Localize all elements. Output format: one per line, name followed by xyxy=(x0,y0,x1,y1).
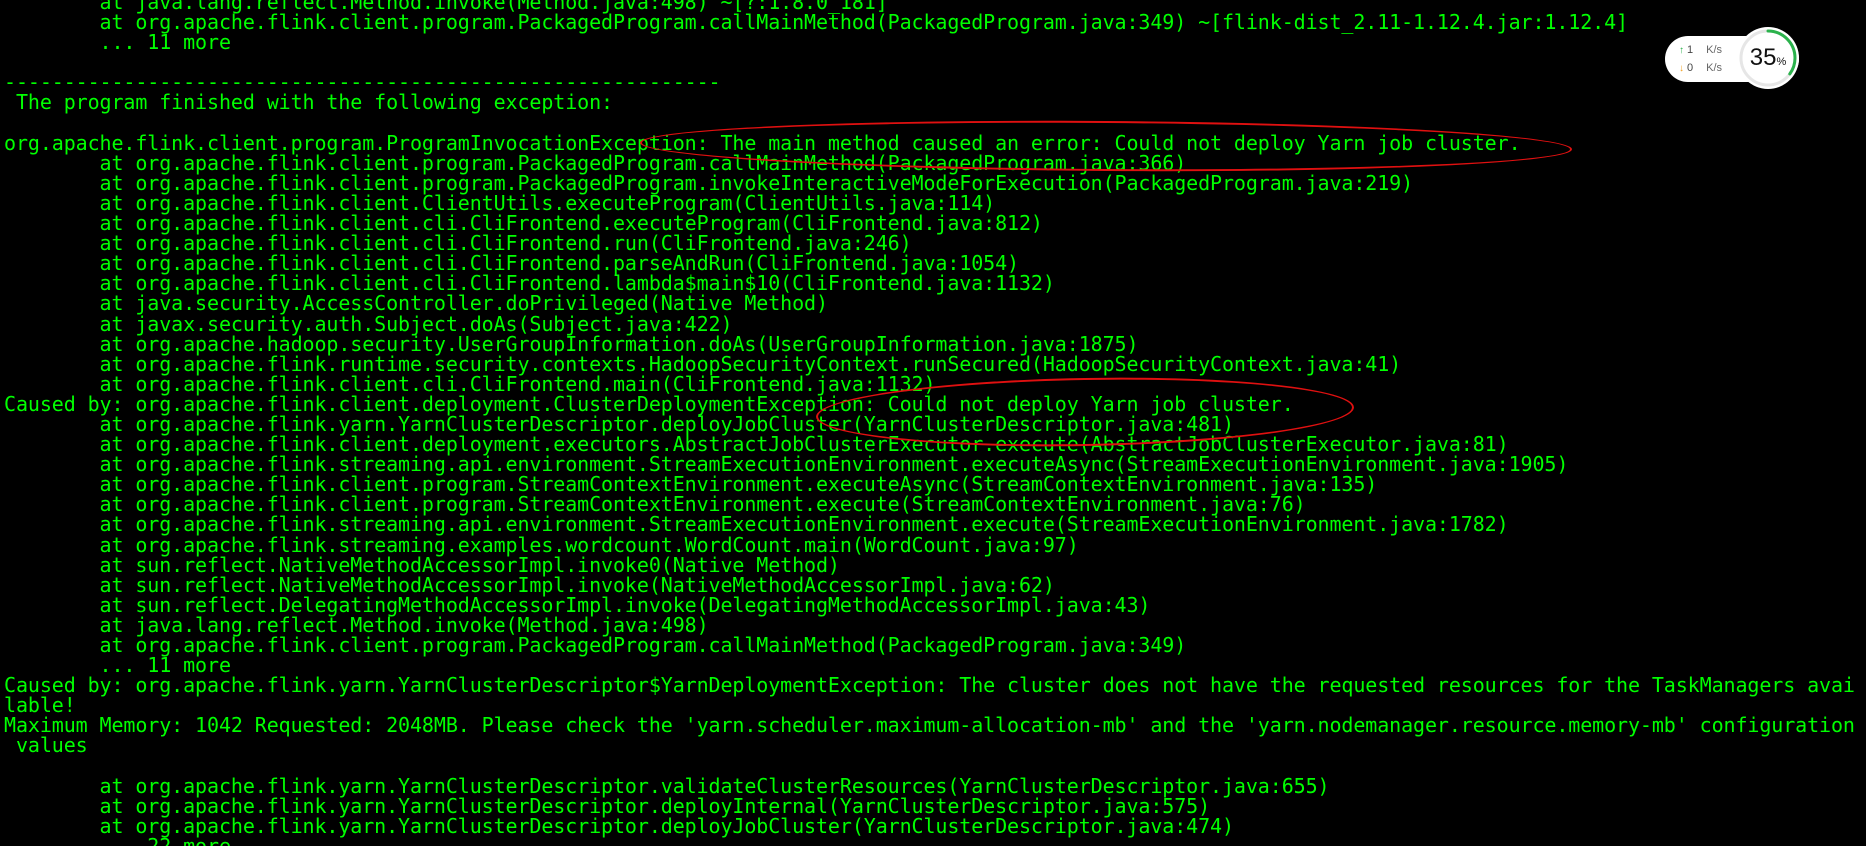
arrow-down-icon: ↓ xyxy=(1679,62,1684,74)
terminal-line: at org.apache.flink.yarn.YarnClusterDesc… xyxy=(4,773,1330,798)
terminal-line: at org.apache.flink.yarn.YarnClusterDesc… xyxy=(4,813,1235,838)
usage-value: 35 xyxy=(1749,44,1777,71)
terminal-line: at org.apache.flink.client.program.Packa… xyxy=(4,633,1187,657)
terminal-line: Maximum Memory: 1042 Requested: 2048MB. … xyxy=(4,713,1855,738)
download-speed-row: ↓ 0 K/s xyxy=(1679,62,1722,74)
usage-gauge[interactable]: 35% xyxy=(1736,26,1800,90)
terminal-line: at org.apache.flink.streaming.api.enviro… xyxy=(4,512,1509,537)
terminal-window[interactable]: at java.lang.reflect.Method.invoke(Metho… xyxy=(0,0,1866,846)
terminal-line: at org.apache.flink.client.program.Strea… xyxy=(4,492,1306,517)
terminal-output: at java.lang.reflect.Method.invoke(Metho… xyxy=(4,0,1855,846)
terminal-line: at org.apache.flink.client.cli.CliFronte… xyxy=(4,251,1020,276)
terminal-line: at java.lang.reflect.Method.invoke(Metho… xyxy=(4,612,709,637)
terminal-line: at org.apache.flink.client.ClientUtils.e… xyxy=(4,190,996,215)
download-speed-unit: K/s xyxy=(1706,62,1723,74)
terminal-line: at org.apache.flink.streaming.api.enviro… xyxy=(4,452,1569,477)
terminal-line: at org.apache.flink.yarn.YarnClusterDesc… xyxy=(4,411,1235,436)
upload-speed-row: ↑ 1 K/s xyxy=(1679,44,1722,56)
terminal-line: at org.apache.flink.streaming.examples.w… xyxy=(4,532,1079,557)
terminal-line: The program finished with the following … xyxy=(4,90,613,115)
terminal-line: at sun.reflect.DelegatingMethodAccessorI… xyxy=(4,592,1151,617)
terminal-line: lable! xyxy=(4,693,76,718)
upload-speed-value: 1 xyxy=(1687,44,1694,56)
usage-unit: % xyxy=(1776,56,1787,68)
terminal-line: at org.apache.hadoop.security.UserGroupI… xyxy=(4,331,1139,356)
terminal-line: Caused by: org.apache.flink.client.deplo… xyxy=(4,391,1294,416)
terminal-line: at org.apache.flink.client.cli.CliFronte… xyxy=(4,211,1043,236)
terminal-line: org.apache.flink.client.program.ProgramI… xyxy=(4,130,1521,155)
terminal-line: Caused by: org.apache.flink.yarn.YarnClu… xyxy=(4,673,1855,698)
upload-speed-unit: K/s xyxy=(1706,44,1723,56)
terminal-line: at org.apache.flink.client.program.Packa… xyxy=(4,150,1187,175)
terminal-line: at org.apache.flink.client.cli.CliFronte… xyxy=(4,371,936,396)
terminal-line: at javax.security.auth.Subject.doAs(Subj… xyxy=(4,311,733,336)
terminal-line: ... 11 more xyxy=(4,30,231,55)
terminal-line: at org.apache.flink.client.program.Strea… xyxy=(4,472,1378,497)
terminal-line: at org.apache.flink.client.program.Packa… xyxy=(4,10,1629,35)
arrow-up-icon: ↑ xyxy=(1679,44,1684,56)
terminal-line: at org.apache.flink.client.deployment.ex… xyxy=(4,432,1509,457)
terminal-line: at org.apache.flink.yarn.YarnClusterDesc… xyxy=(4,793,1211,818)
terminal-line: at org.apache.flink.runtime.security.con… xyxy=(4,351,1402,376)
terminal-line: at org.apache.flink.client.cli.CliFronte… xyxy=(4,231,912,256)
terminal-line: at org.apache.flink.client.cli.CliFronte… xyxy=(4,271,1055,296)
usage-gauge-label: 35% xyxy=(1736,26,1800,90)
terminal-line: ----------------------------------------… xyxy=(4,70,721,95)
terminal-line: values xyxy=(4,733,88,758)
terminal-line: at org.apache.flink.client.program.Packa… xyxy=(4,170,1414,195)
terminal-line: at sun.reflect.NativeMethodAccessorImpl.… xyxy=(4,552,840,577)
download-speed-value: 0 xyxy=(1687,62,1694,74)
terminal-line: at java.security.AccessController.doPriv… xyxy=(4,291,829,316)
terminal-line: ... 11 more xyxy=(4,653,231,678)
terminal-line: at sun.reflect.NativeMethodAccessorImpl.… xyxy=(4,572,1055,597)
